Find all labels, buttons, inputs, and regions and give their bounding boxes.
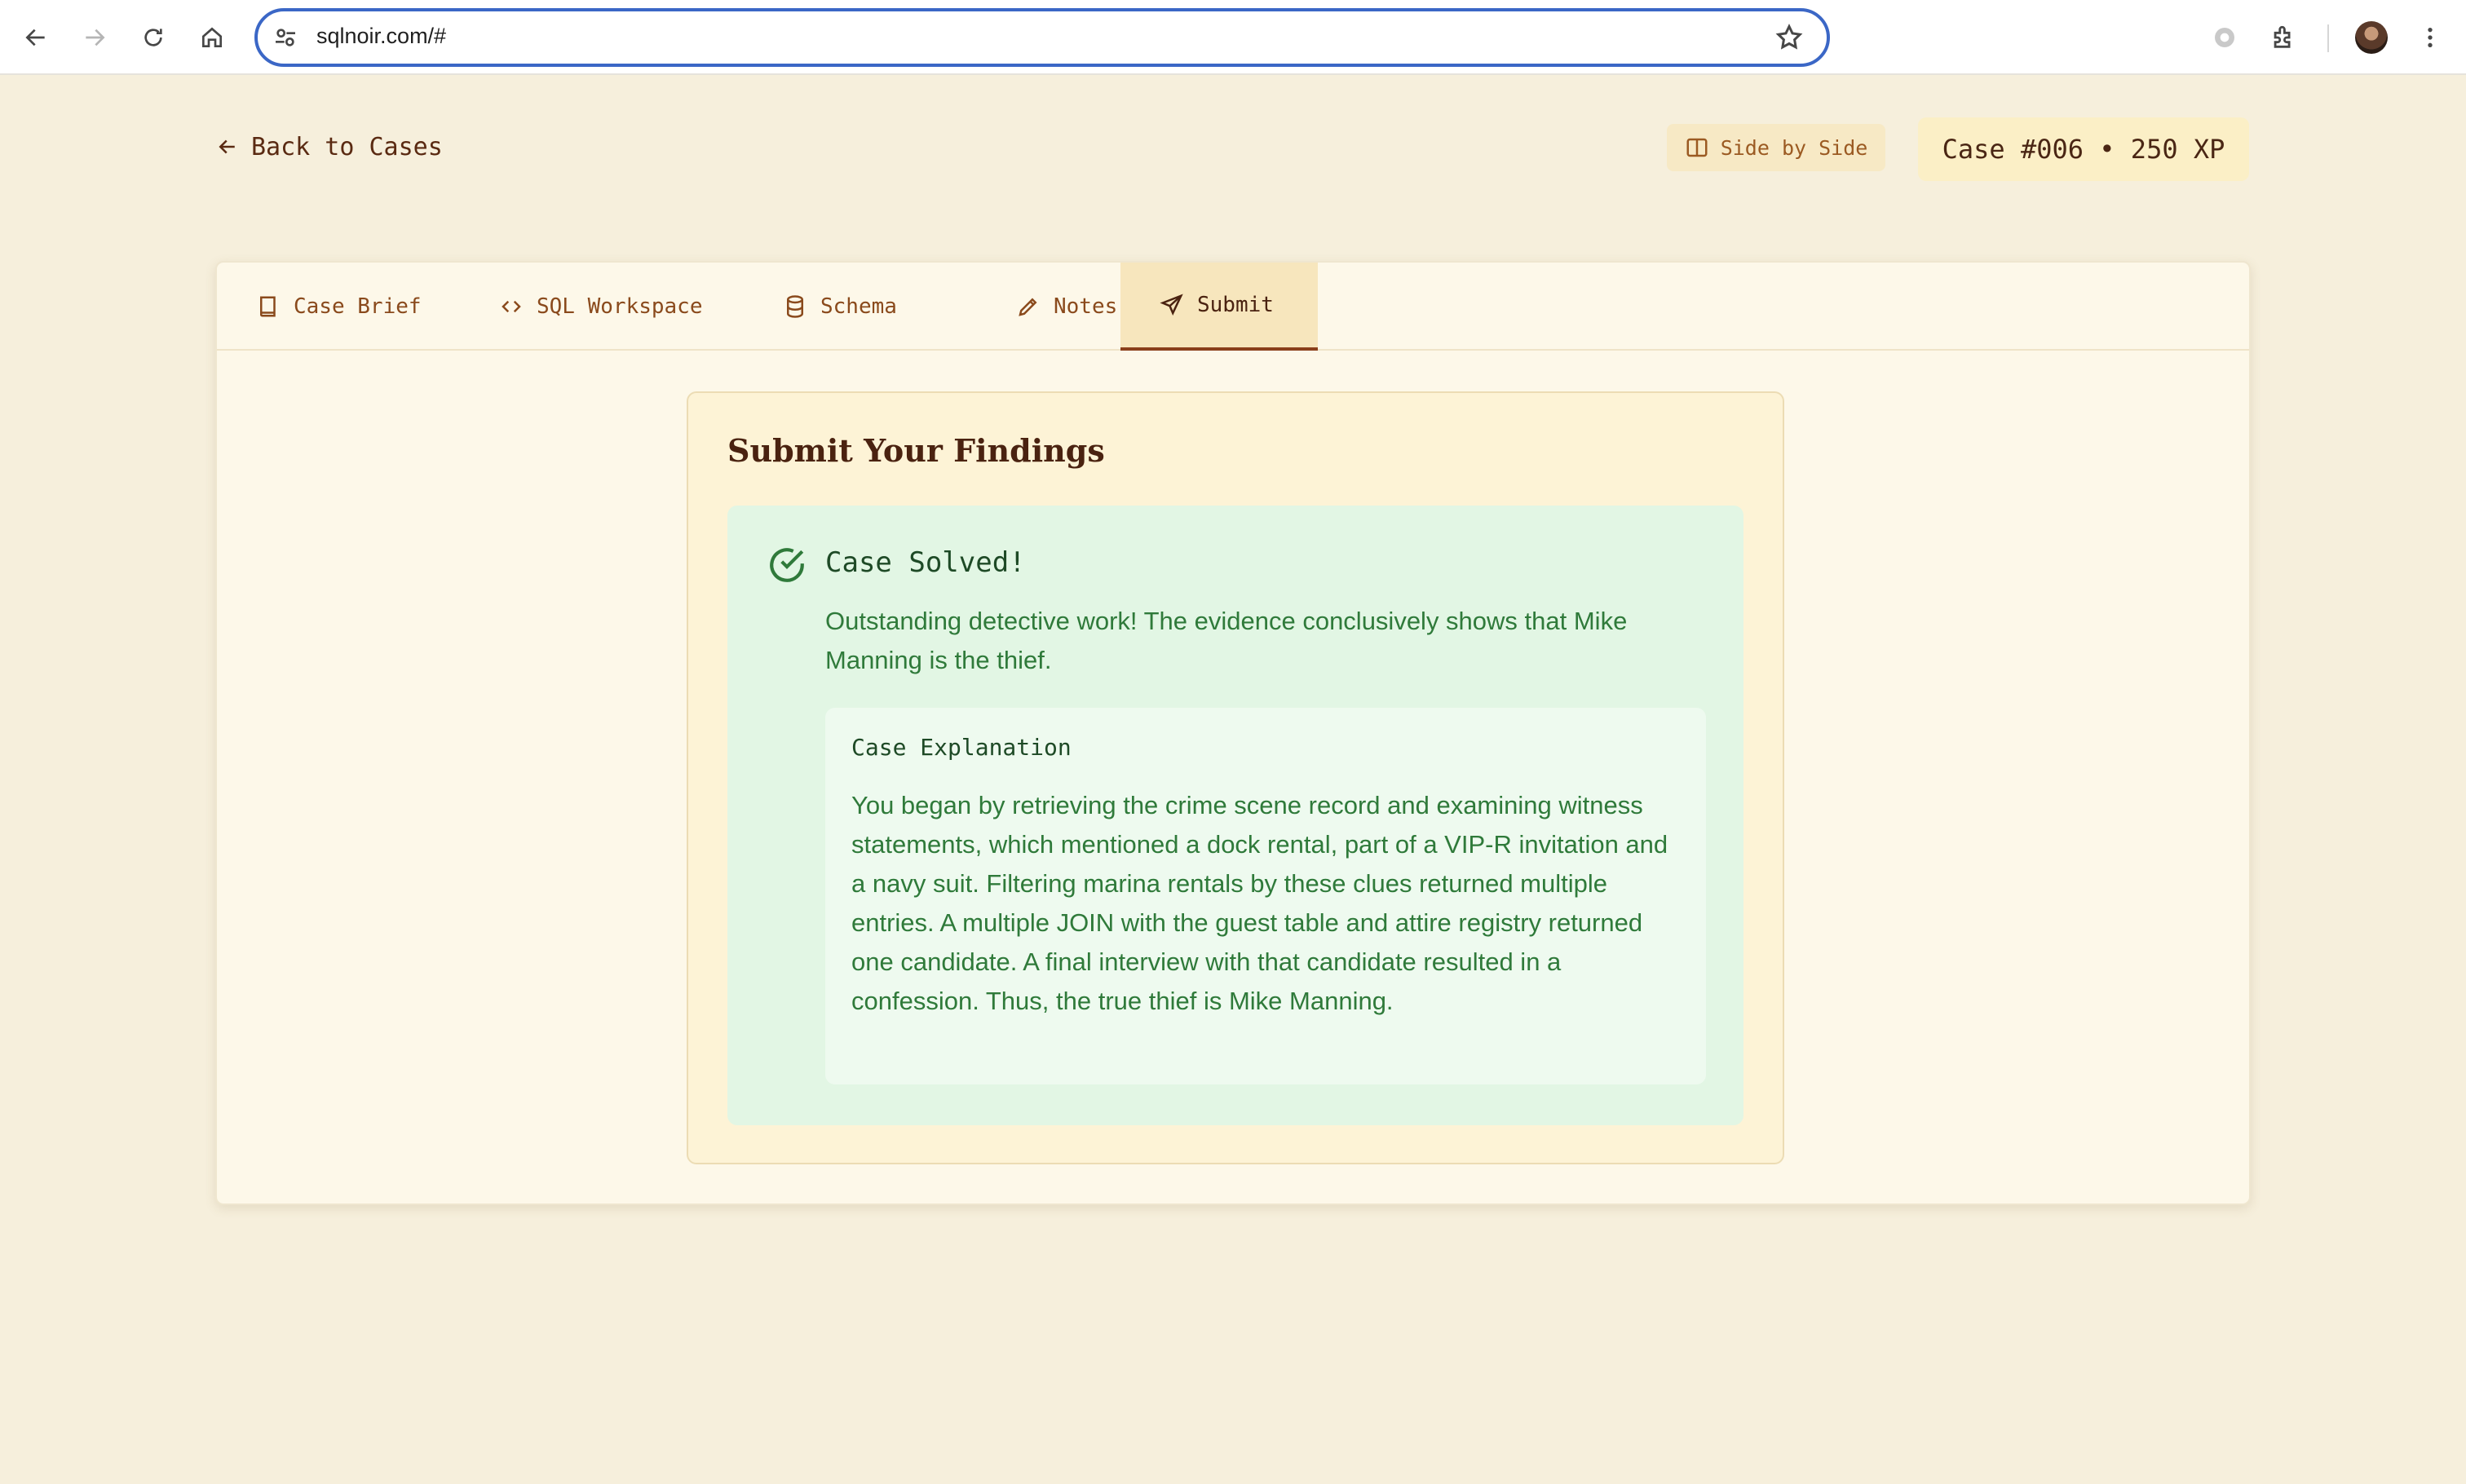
more-vert-icon[interactable] bbox=[2414, 21, 2446, 54]
tab-case-brief[interactable]: Case Brief bbox=[217, 263, 461, 351]
database-icon bbox=[787, 295, 803, 318]
extension-icon[interactable] bbox=[2208, 21, 2241, 54]
code-icon bbox=[502, 300, 521, 313]
arrow-left-icon bbox=[219, 139, 235, 154]
case-badge: Case #006 • 250 XP bbox=[1918, 117, 2249, 181]
home-icon[interactable] bbox=[192, 18, 232, 57]
columns-icon bbox=[1686, 138, 1708, 157]
findings-title: Submit Your Findings bbox=[727, 432, 1105, 469]
tab-label: Submit bbox=[1197, 293, 1274, 317]
pencil-icon bbox=[1019, 298, 1037, 316]
tab-label: SQL Workspace bbox=[537, 294, 703, 319]
forward-arrow-icon[interactable] bbox=[75, 18, 114, 57]
send-icon bbox=[1160, 294, 1183, 316]
back-to-cases-label: Back to Cases bbox=[251, 132, 443, 161]
toolbar-divider bbox=[2327, 24, 2329, 52]
case-explanation-text: You began by retrieving the crime scene … bbox=[851, 791, 1668, 1015]
bookmark-star-icon[interactable] bbox=[1774, 23, 1804, 52]
case-explanation-title: Case Explanation bbox=[851, 734, 1072, 761]
side-by-side-label: Side by Side bbox=[1720, 135, 1868, 160]
side-by-side-button[interactable]: Side by Side bbox=[1667, 124, 1885, 171]
check-circle-icon bbox=[770, 548, 804, 582]
findings-card: Submit Your Findings Case Solved! Outsta… bbox=[687, 391, 1784, 1164]
tab-label: Schema bbox=[820, 294, 897, 319]
tab-sql-workspace[interactable]: SQL Workspace bbox=[460, 263, 742, 351]
back-arrow-icon[interactable] bbox=[16, 18, 55, 57]
tab-schema[interactable]: Schema bbox=[744, 263, 936, 351]
case-solved-message: Outstanding detective work! The evidence… bbox=[825, 607, 1628, 674]
address-bar[interactable]: sqlnoir.com/# bbox=[254, 8, 1830, 67]
case-explanation-box: Case Explanation You began by retrieving… bbox=[825, 708, 1706, 1084]
puzzle-icon[interactable] bbox=[2267, 21, 2300, 54]
book-icon bbox=[260, 296, 276, 317]
tab-label: Case Brief bbox=[294, 294, 422, 319]
case-solved-box: Case Solved! Outstanding detective work!… bbox=[727, 506, 1743, 1125]
case-solved-title: Case Solved! bbox=[825, 546, 1026, 579]
tab-submit[interactable]: Submit bbox=[1120, 263, 1318, 351]
tab-bar: Case Brief SQL Workspace Schema Notes Su… bbox=[217, 263, 2249, 351]
case-panel: Case Brief SQL Workspace Schema Notes Su… bbox=[215, 261, 2251, 1205]
site-settings-icon[interactable] bbox=[272, 24, 298, 51]
back-to-cases-link[interactable]: Back to Cases bbox=[215, 130, 443, 163]
url-text[interactable]: sqlnoir.com/# bbox=[316, 24, 446, 49]
browser-toolbar: sqlnoir.com/# bbox=[0, 0, 2466, 75]
tab-label: Notes bbox=[1054, 294, 1118, 319]
reload-icon[interactable] bbox=[134, 18, 173, 57]
avatar[interactable] bbox=[2355, 21, 2388, 54]
